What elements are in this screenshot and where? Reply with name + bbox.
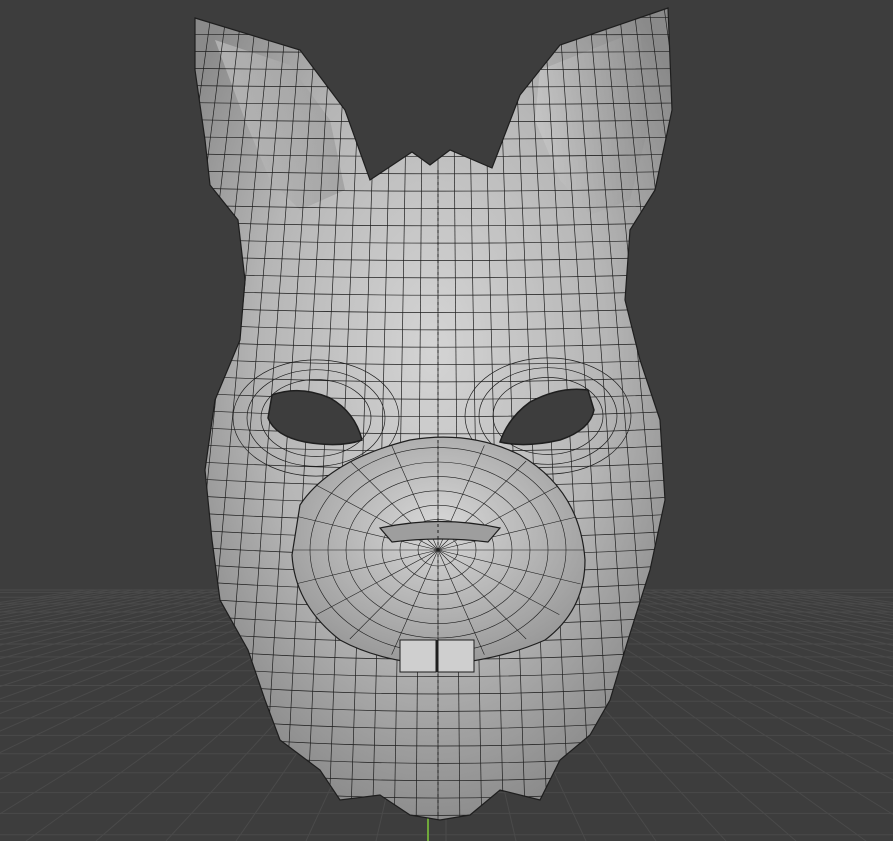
grid-line xyxy=(0,589,207,636)
grid-line xyxy=(793,589,893,606)
grid-line xyxy=(697,589,893,631)
left-tooth xyxy=(399,639,437,673)
rabbit-mask-mesh[interactable] xyxy=(86,0,790,841)
grid-line xyxy=(0,589,171,623)
grid-line xyxy=(625,589,893,668)
mesh-edge xyxy=(195,16,672,19)
grid-line xyxy=(0,589,195,631)
grid-line xyxy=(613,589,893,677)
right-tooth xyxy=(437,639,475,673)
wireframe-overlay xyxy=(195,8,672,820)
viewport-canvas[interactable] xyxy=(0,0,893,841)
3d-viewport[interactable] xyxy=(0,0,893,841)
grid-line xyxy=(685,589,893,636)
grid-line xyxy=(0,589,123,611)
grid-line xyxy=(601,589,893,688)
grid-line xyxy=(589,589,893,700)
mesh-edge xyxy=(195,8,199,820)
grid-line xyxy=(0,589,99,606)
grid-line xyxy=(721,589,893,623)
mesh-edge xyxy=(662,8,672,820)
grid-line xyxy=(0,589,267,668)
nose xyxy=(378,520,502,543)
grid-line xyxy=(0,589,255,660)
